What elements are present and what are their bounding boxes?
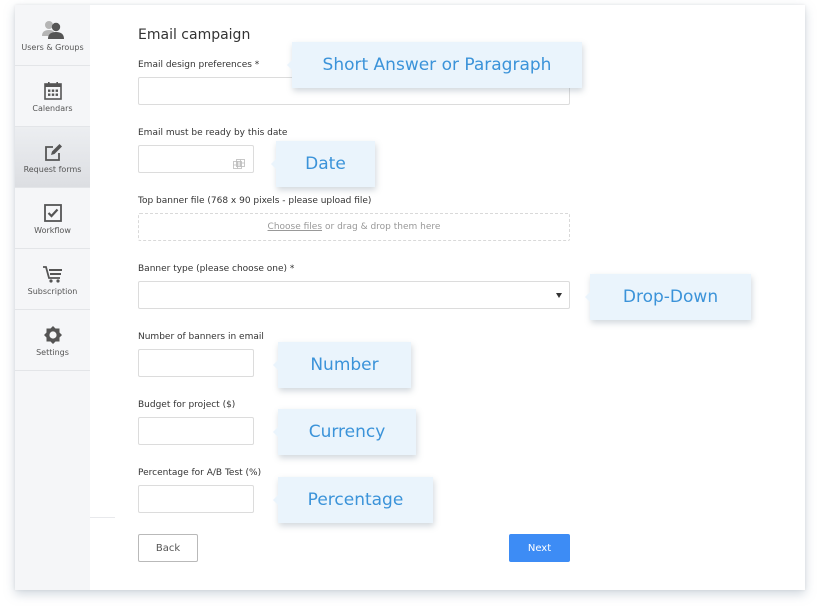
- banner-count-input[interactable]: [138, 349, 254, 377]
- banner-file-label: Top banner file (768 x 90 pixels - pleas…: [138, 196, 372, 206]
- sidebar-item-users-groups[interactable]: Users & Groups: [15, 5, 90, 66]
- ab-percentage-input[interactable]: [138, 485, 254, 513]
- ready-date-label: Email must be ready by this date: [138, 128, 288, 138]
- sidebar-item-workflow[interactable]: Workflow: [15, 188, 90, 249]
- gear-icon: [43, 323, 63, 345]
- callout-dropdown: Drop-Down: [585, 274, 751, 320]
- sidebar-item-label: Request forms: [23, 165, 82, 174]
- sidebar-item-label: Calendars: [32, 104, 73, 113]
- ready-date-input[interactable]: [138, 145, 254, 173]
- back-button[interactable]: Back: [138, 534, 198, 562]
- callout-currency: Currency: [273, 409, 416, 455]
- banner-count-label: Number of banners in email: [138, 332, 264, 342]
- sidebar-item-label: Subscription: [27, 287, 78, 296]
- calendar-icon: [43, 79, 63, 101]
- ab-percentage-label: Percentage for A/B Test (%): [138, 468, 262, 478]
- budget-label: Budget for project ($): [138, 400, 236, 410]
- next-button[interactable]: Next: [509, 534, 570, 562]
- calendar-grid-icon[interactable]: [233, 154, 245, 173]
- sidebar-item-label: Users & Groups: [21, 43, 84, 52]
- choose-files-link[interactable]: Choose files: [268, 222, 322, 232]
- callout-short-answer: Short Answer or Paragraph: [287, 42, 582, 88]
- sidebar-item-calendars[interactable]: Calendars: [15, 66, 90, 127]
- file-dropzone[interactable]: Choose files or drag & drop them here: [138, 213, 570, 241]
- dropdown-arrow-icon: [556, 293, 562, 298]
- banner-type-select[interactable]: [138, 281, 570, 309]
- design-preferences-label: Email design preferences *: [138, 60, 260, 70]
- callout-number: Number: [273, 342, 411, 388]
- sidebar-item-subscription[interactable]: Subscription: [15, 249, 90, 310]
- users-icon: [41, 18, 65, 40]
- sidebar-item-settings[interactable]: Settings: [15, 310, 90, 371]
- sidebar-item-label: Workflow: [34, 226, 71, 235]
- divider: [90, 517, 115, 518]
- sidebar-item-label: Settings: [36, 348, 69, 357]
- sidebar: Users & Groups Calendars Request forms W…: [15, 5, 90, 590]
- drop-hint: or drag & drop them here: [325, 222, 441, 232]
- checkbox-icon: [43, 201, 63, 223]
- sidebar-item-request-forms[interactable]: Request forms: [15, 127, 90, 188]
- edit-form-icon: [43, 140, 63, 162]
- cart-icon: [42, 262, 64, 284]
- callout-percentage: Percentage: [273, 477, 433, 523]
- page-title: Email campaign: [138, 27, 251, 43]
- banner-type-label: Banner type (please choose one) *: [138, 264, 295, 274]
- budget-input[interactable]: [138, 417, 254, 445]
- callout-date: Date: [271, 141, 375, 187]
